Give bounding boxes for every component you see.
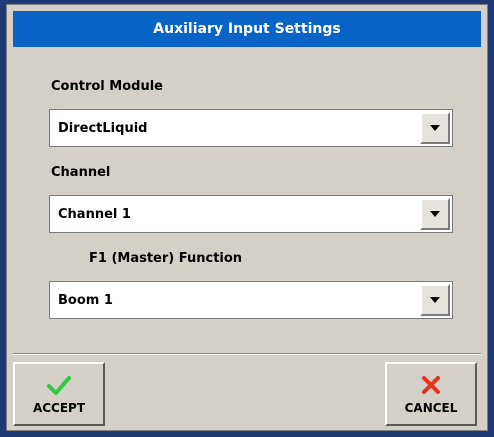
f1-function-dropdown-button[interactable]: [420, 284, 450, 316]
channel-dropdown[interactable]: Channel 1: [49, 195, 453, 233]
f1-function-value: Boom 1: [58, 292, 113, 308]
checkmark-icon: [46, 373, 72, 397]
control-module-value: DirectLiquid: [58, 120, 148, 136]
f1-function-label: F1 (Master) Function: [89, 251, 243, 266]
control-module-label: Control Module: [51, 79, 163, 94]
dialog-window: Auxiliary Input Settings Control Module …: [0, 0, 494, 437]
dropdown-arrow-icon: [430, 297, 440, 303]
accept-button[interactable]: ACCEPT: [13, 362, 105, 426]
f1-function-dropdown[interactable]: Boom 1: [49, 281, 453, 319]
channel-label: Channel: [51, 165, 111, 180]
x-icon: [420, 373, 442, 397]
dialog-panel: Auxiliary Input Settings Control Module …: [6, 4, 488, 431]
accept-label: ACCEPT: [32, 401, 86, 415]
dialog-title: Auxiliary Input Settings: [13, 11, 481, 47]
channel-value: Channel 1: [58, 206, 131, 222]
control-module-dropdown-button[interactable]: [420, 112, 450, 144]
dropdown-arrow-icon: [430, 125, 440, 131]
cancel-button[interactable]: CANCEL: [385, 362, 477, 426]
button-divider: [13, 353, 481, 355]
channel-dropdown-button[interactable]: [420, 198, 450, 230]
control-module-dropdown[interactable]: DirectLiquid: [49, 109, 453, 147]
cancel-label: CANCEL: [404, 401, 458, 415]
dropdown-arrow-icon: [430, 211, 440, 217]
